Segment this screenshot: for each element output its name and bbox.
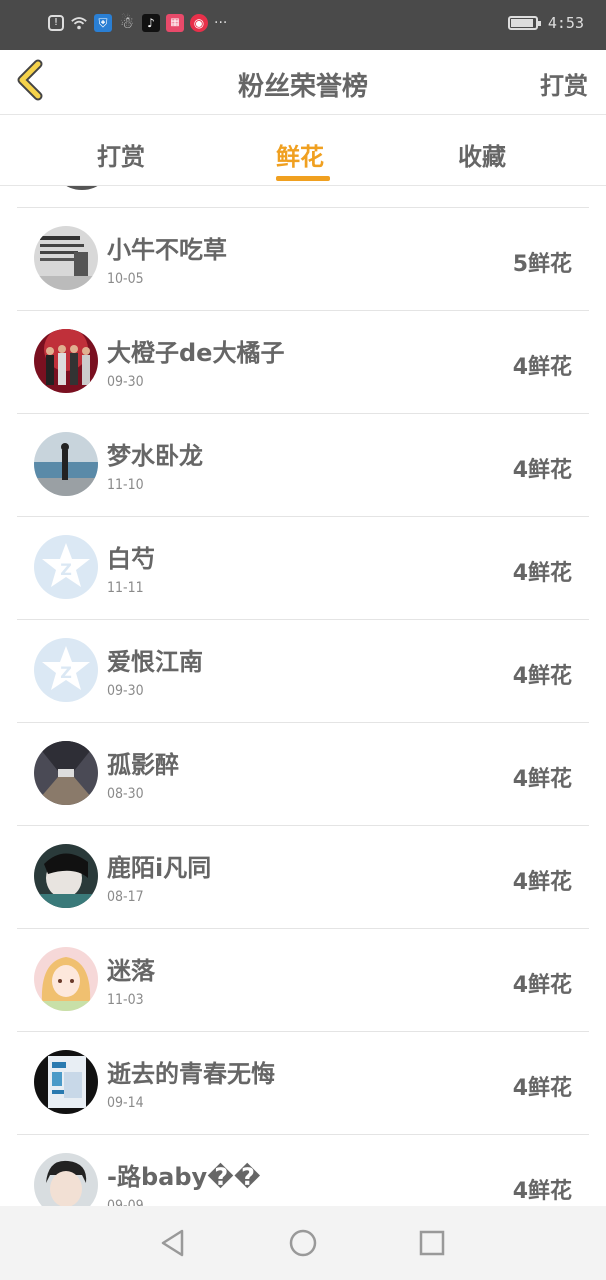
flower-count: 4鲜花 (512, 664, 572, 689)
flower-count: 4鲜花 (512, 355, 572, 380)
tab-flowers[interactable]: 鲜花 (276, 137, 324, 172)
tab-favorites[interactable]: 收藏 (458, 137, 506, 172)
status-right: 4:53 (507, 14, 584, 32)
avatar (34, 329, 98, 393)
system-nav-bar (0, 1206, 606, 1280)
fan-date: 10-05 (107, 271, 144, 287)
qq-icon: ☃ (119, 13, 135, 32)
more-notifications-icon: ··· (214, 15, 228, 31)
fan-date: 09-14 (107, 1095, 144, 1111)
avatar (34, 1050, 98, 1114)
recents-square-icon[interactable] (417, 1228, 447, 1258)
list-item[interactable]: 鹿陌i凡同 08-17 4鲜花 (17, 825, 589, 929)
battery-icon (507, 16, 541, 30)
avatar (34, 844, 98, 908)
list-item[interactable]: 小牛不吃草 10-05 5鲜花 (17, 207, 589, 311)
avatar (34, 1153, 98, 1206)
fan-list[interactable]: 小牛不吃草 10-05 5鲜花 大橙子de大橘子 09-30 4鲜花 梦水卧龙 … (0, 186, 606, 1206)
status-bar: ! ⛨ ☃ ♪ ▦ ◉ ··· 4:53 (0, 0, 606, 50)
fan-date: 09-09 (107, 1198, 144, 1206)
status-icons: ! ⛨ ☃ ♪ ▦ ◉ ··· (48, 14, 227, 32)
list-item[interactable]: 梦水卧龙 11-10 4鲜花 (17, 413, 589, 517)
flower-count: 4鲜花 (512, 458, 572, 483)
flower-count: 4鲜花 (512, 767, 572, 792)
wifi-icon (70, 14, 88, 32)
fan-name: 孤影醉 (107, 751, 179, 779)
clock: 4:53 (547, 14, 584, 32)
list-item[interactable]: Z 爱恨江南 09-30 4鲜花 (17, 619, 589, 723)
list-item[interactable]: 孤影醉 08-30 4鲜花 (17, 722, 589, 826)
flower-count: 4鲜花 (512, 561, 572, 586)
default-avatar-icon: Z (34, 638, 98, 702)
svg-text:Z: Z (60, 663, 72, 682)
fan-name: 大橙子de大橘子 (107, 339, 285, 367)
avatar (34, 741, 98, 805)
list-item[interactable]: 逝去的青春无悔 09-14 4鲜花 (17, 1031, 589, 1135)
fan-name: 白芍 (107, 545, 155, 573)
alert-icon: ! (48, 15, 64, 31)
flower-count: 5鲜花 (512, 252, 572, 277)
active-tab-indicator (276, 176, 330, 181)
app-header: 粉丝荣誉榜 打赏 (0, 50, 606, 115)
flower-count: 4鲜花 (512, 870, 572, 895)
list-item[interactable]: 迷落 11-03 4鲜花 (17, 928, 589, 1032)
flower-count: 4鲜花 (512, 1076, 572, 1101)
list-item[interactable]: -路baby�� 09-09 4鲜花 (17, 1134, 589, 1206)
fan-date: 11-11 (107, 580, 144, 596)
fan-name: 梦水卧龙 (107, 442, 203, 470)
fan-date: 08-17 (107, 889, 144, 905)
default-avatar-icon: Z (34, 535, 98, 599)
svg-text:Z: Z (60, 560, 72, 579)
fan-date: 11-03 (107, 992, 144, 1008)
tab-reward[interactable]: 打赏 (97, 137, 145, 172)
page-title: 粉丝荣誉榜 (237, 72, 368, 102)
back-triangle-icon[interactable] (158, 1228, 188, 1258)
avatar (34, 226, 98, 290)
flower-count: 4鲜花 (512, 973, 572, 998)
tiktok-icon: ♪ (142, 14, 160, 32)
shield-app-icon: ⛨ (94, 14, 112, 32)
camera-app-icon: ◉ (190, 14, 208, 32)
fan-name: 爱恨江南 (107, 648, 203, 676)
list-item[interactable]: Z 白芍 11-11 4鲜花 (17, 516, 589, 620)
fan-date: 11-10 (107, 477, 144, 493)
fan-date: 08-30 (107, 786, 144, 802)
fan-name: 鹿陌i凡同 (107, 854, 212, 882)
fan-name: -路baby�� (107, 1163, 261, 1191)
reward-button[interactable]: 打赏 (540, 66, 588, 101)
flower-count: 4鲜花 (512, 1179, 572, 1204)
avatar (50, 186, 114, 190)
tab-bar: 打赏 鲜花 收藏 (0, 115, 606, 186)
fan-date: 09-30 (107, 683, 144, 699)
home-circle-icon[interactable] (288, 1228, 318, 1258)
list-item[interactable]: 大橙子de大橘子 09-30 4鲜花 (17, 310, 589, 414)
avatar (34, 947, 98, 1011)
battery-level (510, 19, 533, 27)
fan-date: 09-30 (107, 374, 144, 390)
avatar (34, 432, 98, 496)
fan-name: 小牛不吃草 (107, 236, 227, 264)
calendar-app-icon: ▦ (166, 14, 184, 32)
fan-name: 逝去的青春无悔 (107, 1060, 275, 1088)
fan-name: 迷落 (107, 957, 155, 985)
